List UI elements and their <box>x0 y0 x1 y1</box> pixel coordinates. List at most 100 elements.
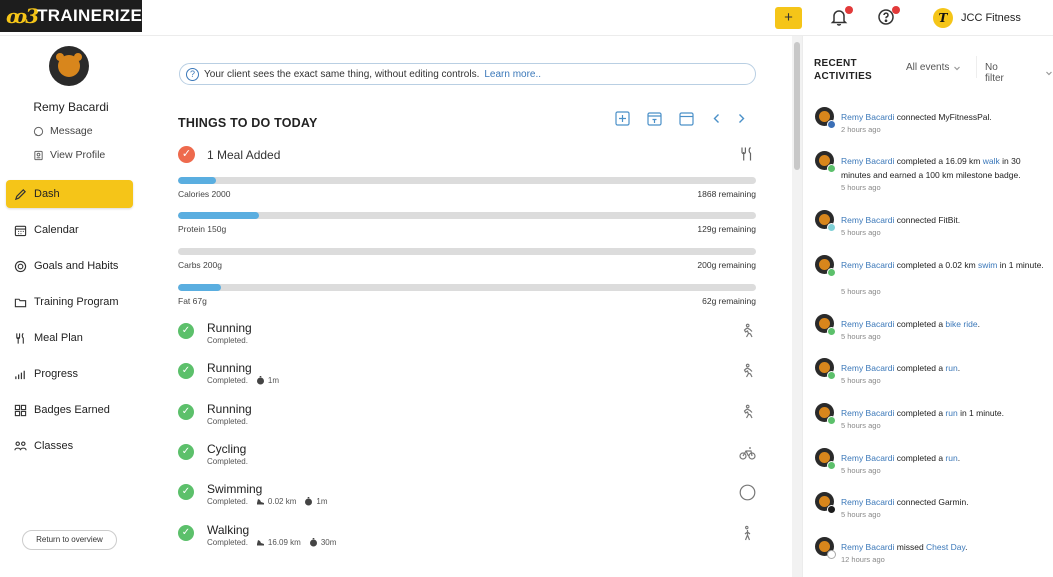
sidebar-item-label: Badges Earned <box>34 404 110 416</box>
activity-row[interactable]: ✓ Cycling Completed. <box>178 442 756 474</box>
feed-text: Remy Bacardi completed a 16.09 km walk i… <box>841 154 1049 182</box>
sidebar-item-dash[interactable]: Dash <box>6 180 133 208</box>
trainerize-logo[interactable]: ꝏ3 TRAINERIZE <box>0 0 142 32</box>
feed-client-name[interactable]: Remy Bacardi <box>841 319 894 329</box>
chevron-right-icon[interactable] <box>734 111 749 126</box>
feed-link[interactable]: bike ride <box>945 319 977 329</box>
calendar-today-icon[interactable] <box>647 111 662 126</box>
running-icon <box>739 323 756 340</box>
feed-link[interactable]: Chest Day <box>926 542 965 552</box>
message-link-label: Message <box>50 125 93 137</box>
gym-name[interactable]: JCC Fitness <box>961 12 1021 24</box>
activity-row[interactable]: ✓ Swimming Completed. 0.02 km 1m <box>178 482 756 514</box>
meal-row[interactable]: ✓ 1 Meal Added <box>178 146 756 164</box>
sidebar-item-goals[interactable]: Goals and Habits <box>6 252 133 280</box>
source-badge-icon <box>827 505 836 514</box>
source-badge-icon <box>827 223 836 232</box>
feed-timestamp: 5 hours ago <box>841 228 881 237</box>
sidebar-item-classes[interactable]: Classes <box>6 432 133 460</box>
feed-timestamp: 5 hours ago <box>841 421 881 430</box>
feed-link[interactable]: run <box>945 453 957 463</box>
feed-action: missed <box>894 542 927 552</box>
check-icon: ✓ <box>178 404 194 420</box>
running-icon <box>739 363 756 380</box>
activity-status: Completed. <box>207 417 248 426</box>
feed-client-name[interactable]: Remy Bacardi <box>841 542 894 552</box>
sidebar-item-badges[interactable]: Badges Earned <box>6 396 133 424</box>
feed-client-name[interactable]: Remy Bacardi <box>841 156 894 166</box>
feed-text: Remy Bacardi completed a run. <box>841 451 1049 465</box>
macro-remaining: 129g remaining <box>697 224 756 234</box>
source-badge-icon <box>827 120 836 129</box>
distance-metric: 0.02 km <box>256 497 296 506</box>
feed-action: completed a <box>894 319 946 329</box>
activity-status: Completed. <box>207 336 248 345</box>
main-content: ? Your client sees the exact same thing,… <box>142 36 790 577</box>
activity-row[interactable]: ✓ Running Completed. <box>178 402 756 434</box>
chevron-left-icon[interactable] <box>709 111 724 126</box>
view-profile-link[interactable]: View Profile <box>33 149 105 161</box>
sidebar-item-training[interactable]: Training Program <box>6 288 133 316</box>
sidebar-item-meal-plan[interactable]: Meal Plan <box>6 324 133 352</box>
recent-title-line1: RECENT <box>814 58 857 69</box>
activity-status: Completed. <box>207 497 248 506</box>
calendar-week-icon[interactable] <box>679 111 694 126</box>
macro-row: Fat 67g 62g remaining <box>178 284 756 310</box>
activity-row[interactable]: ✓ Running Completed. 1m <box>178 361 756 393</box>
recent-activities-title: RECENT ACTIVITIES <box>814 57 872 83</box>
activity-row[interactable]: ✓ Walking Completed. 16.09 km 30m <box>178 523 756 555</box>
activity-details: Completed. 16.09 km 30m <box>207 538 336 547</box>
feed-client-name[interactable]: Remy Bacardi <box>841 260 894 270</box>
activity-details: Completed. <box>207 336 248 345</box>
main-scrollbar[interactable] <box>792 36 802 577</box>
sidebar-item-label: Calendar <box>34 224 79 236</box>
secondary-filter-dropdown[interactable]: No filter <box>985 62 1053 84</box>
sidebar-item-label: Goals and Habits <box>34 260 119 272</box>
feed-client-name[interactable]: Remy Bacardi <box>841 497 894 507</box>
feed-text: Remy Bacardi missed Chest Day. <box>841 540 1049 554</box>
events-filter-dropdown[interactable]: All events <box>906 62 961 73</box>
add-button[interactable]: + <box>775 7 802 29</box>
stopwatch-icon <box>304 497 313 506</box>
notification-dot <box>845 6 853 14</box>
feed-timestamp: 5 hours ago <box>841 376 881 385</box>
avatar[interactable] <box>49 46 89 86</box>
message-link[interactable]: Message <box>33 125 93 137</box>
source-badge-icon <box>827 416 836 425</box>
macro-label: Fat 67g <box>178 296 207 306</box>
circle-icon <box>739 484 756 501</box>
feed-client-name[interactable]: Remy Bacardi <box>841 408 894 418</box>
feed-client-name[interactable]: Remy Bacardi <box>841 215 894 225</box>
distance-value: 0.02 km <box>267 497 297 506</box>
feed-link[interactable]: walk <box>983 156 1000 166</box>
help-icon[interactable] <box>877 6 900 28</box>
add-square-icon[interactable] <box>615 111 630 126</box>
activity-status: Completed. <box>207 538 248 547</box>
feed-client-name[interactable]: Remy Bacardi <box>841 112 894 122</box>
return-to-overview-button[interactable]: Return to overview <box>22 530 117 550</box>
activity-row[interactable]: ✓ Running Completed. <box>178 321 756 353</box>
scrollbar-thumb[interactable] <box>794 42 800 170</box>
check-icon: ✓ <box>178 363 194 379</box>
feed-client-name[interactable]: Remy Bacardi <box>841 453 894 463</box>
activity-status: Completed. <box>207 457 248 466</box>
feed-timestamp: 12 hours ago <box>841 555 885 564</box>
running-icon <box>739 404 756 421</box>
feed-link[interactable]: run <box>945 363 957 373</box>
feed-link[interactable]: run <box>945 408 957 418</box>
logo-mark: ꝏ3 <box>6 4 39 28</box>
activity-title: Walking <box>207 523 250 537</box>
macro-row: Protein 150g 129g remaining <box>178 212 756 238</box>
feed-link[interactable]: swim <box>978 260 997 270</box>
bell-icon[interactable] <box>830 6 853 28</box>
feed-action: completed a 16.09 km <box>894 156 983 166</box>
feed-client-name[interactable]: Remy Bacardi <box>841 363 894 373</box>
feed-text: Remy Bacardi completed a run in 1 minute… <box>841 406 1049 420</box>
gym-logo[interactable]: T <box>933 8 953 28</box>
sidebar-item-progress[interactable]: Progress <box>6 360 133 388</box>
sidebar-item-calendar[interactable]: Calendar <box>6 216 133 244</box>
check-icon: ✓ <box>178 525 194 541</box>
feed-text: Remy Bacardi completed a run. <box>841 361 1049 375</box>
question-icon: ? <box>186 67 199 81</box>
learn-more-link[interactable]: Learn more.. <box>484 69 541 80</box>
